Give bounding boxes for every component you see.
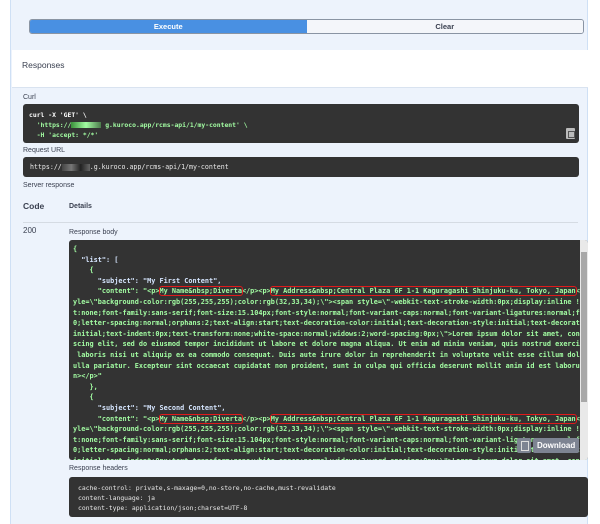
highlighted-value: My Name&nbsp;Diverta	[158, 286, 243, 297]
curl-url-prefix: 'https://	[29, 121, 72, 129]
code-line: yle=\"background-color:rgb(255,255,255);…	[73, 297, 588, 306]
code-line: t:none;font-family:sans-serif;font-size:…	[73, 308, 588, 317]
copy-icon[interactable]	[517, 438, 531, 453]
curl-block: curl -X 'GET' \ 'https:// g.kuroco.app/r…	[23, 104, 579, 143]
request-url-suffix: .g.kuroco.app/rcms-api/1/my-content	[89, 163, 229, 171]
highlighted-value: My Address&nbsp;Central Plaza 6F 1-1 Kag…	[269, 286, 577, 297]
code-column-header: Code	[23, 201, 45, 211]
server-response-label: Server response	[23, 182, 75, 189]
redacted-host	[71, 122, 102, 128]
request-url-label: Request URL	[23, 147, 66, 154]
code-line: "list": [	[73, 255, 119, 264]
response-code: 200	[23, 226, 37, 235]
response-body[interactable]: { "list": [ { "subject": "My First Conte…	[69, 240, 588, 460]
execute-clear-group: Execute Clear	[29, 19, 584, 34]
clear-button[interactable]: Clear	[306, 20, 583, 33]
code-line: initial;text-indent:0px;text-transform:n…	[73, 456, 588, 460]
code-line: 0;letter-spacing:normal;orphans:2;text-a…	[73, 446, 588, 455]
download-button[interactable]: Download	[533, 438, 580, 453]
response-headers: cache-control: private,s-maxage=0,no-sto…	[69, 477, 588, 517]
code-line: laboris nisi ut aliquip ex ea commodo co…	[73, 350, 588, 359]
scrollbar[interactable]	[580, 240, 588, 460]
response-body-lines: { "list": [ { "subject": "My First Conte…	[73, 244, 588, 460]
request-url-prefix: https://	[30, 163, 62, 171]
code-line: "subject": "My Second Content",	[73, 403, 226, 412]
copy-icon[interactable]	[566, 128, 575, 139]
code-segment: "content": "<p>	[73, 287, 160, 296]
highlighted-value: My Name&nbsp;Diverta	[158, 413, 243, 424]
details-column-header: Details	[69, 203, 92, 210]
code-line: {	[73, 245, 78, 253]
code-line: 0;letter-spacing:normal;orphans:2;text-a…	[73, 319, 588, 328]
curl-url-suffix: g.kuroco.app/rcms-api/1/my-content' \	[105, 121, 248, 129]
try-it-out-panel: Execute Clear Responses Curl curl -X 'GE…	[10, 0, 588, 524]
response-body-label: Response body	[69, 229, 118, 236]
code-segment: </p><p>	[241, 287, 271, 296]
curl-line-1: curl -X 'GET' \	[29, 111, 87, 119]
code-line: {	[73, 393, 94, 402]
curl-line-3: -H 'accept: */*'	[29, 131, 99, 139]
code-line: t:none;font-family:sans-serif;font-size:…	[73, 435, 588, 444]
code-line: "subject": "My First Content",	[73, 276, 222, 285]
code-line: scing elit, sed do eiusmod tempor incidi…	[73, 340, 588, 349]
scrollbar-thumb[interactable]	[581, 252, 587, 402]
code-line: "content": "<p>My Name&nbsp;Diverta</p><…	[73, 286, 588, 297]
redacted-host	[61, 163, 90, 171]
code-line: ulla pariatur. Excepteur sint occaecat c…	[73, 361, 588, 370]
curl-line-2: 'https:// g.kuroco.app/rcms-api/1/my-con…	[29, 121, 248, 129]
code-segment: "content": "<p>	[73, 414, 160, 423]
code-line: yle=\"background-color:rgb(255,255,255);…	[73, 425, 588, 434]
execute-button[interactable]: Execute	[30, 20, 307, 33]
code-line: initial;text-indent:0px;text-transform:n…	[73, 329, 588, 338]
response-headers-label: Response headers	[69, 465, 128, 472]
code-line: {	[73, 266, 94, 275]
download-controls: Download	[517, 438, 580, 453]
code-line: },	[73, 382, 98, 391]
code-segment: </p><p>	[241, 414, 271, 423]
request-url-block: https:// .g.kuroco.app/rcms-api/1/my-cont…	[23, 157, 579, 177]
curl-label: Curl	[23, 94, 36, 101]
code-line: "content": "<p>My Name&nbsp;Diverta</p><…	[73, 413, 588, 425]
divider	[23, 222, 578, 223]
code-line: n></p>"	[73, 372, 102, 381]
responses-title: Responses	[12, 50, 588, 88]
highlighted-value: My Address&nbsp;Central Plaza 6F 1-1 Kag…	[269, 413, 577, 424]
